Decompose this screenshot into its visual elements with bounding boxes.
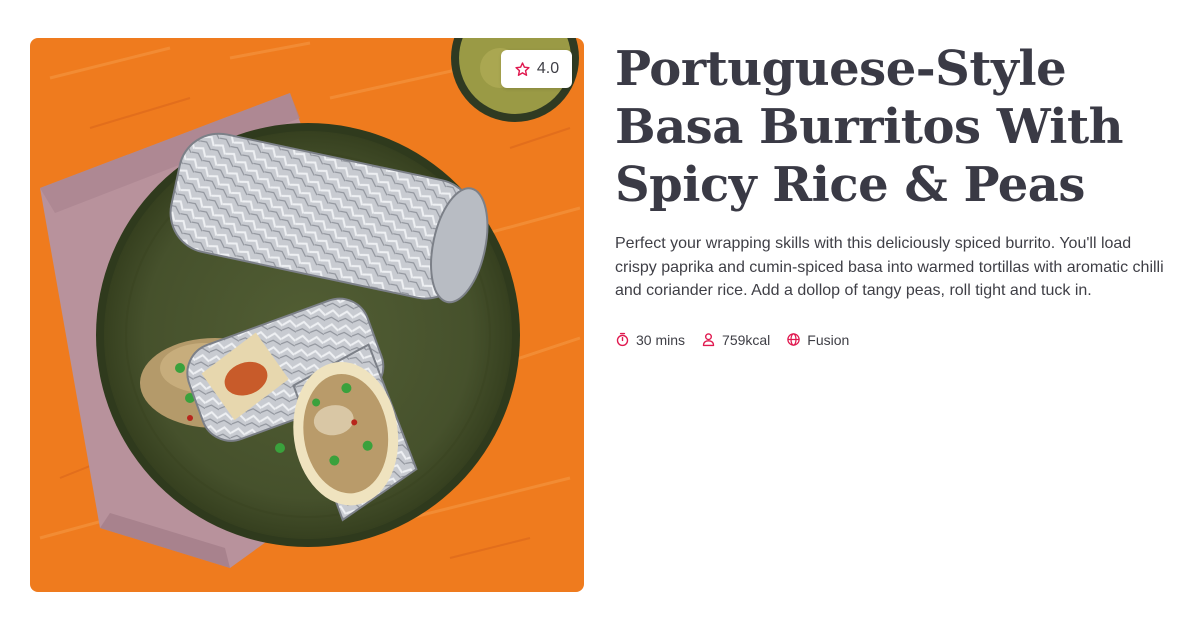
recipe-info: Portuguese-Style Basa Burritos With Spic… — [615, 40, 1175, 348]
meta-time: 30 mins — [615, 332, 685, 348]
meta-cuisine-label: Fusion — [807, 331, 850, 348]
meta-calories: 759kcal — [701, 332, 770, 348]
recipe-meta: 30 mins 759kcal Fusion — [615, 332, 1175, 348]
meta-cuisine: Fusion — [786, 332, 849, 348]
meta-calories-label: 759kcal — [722, 331, 771, 348]
globe-icon — [787, 333, 801, 346]
stopwatch-icon — [616, 332, 629, 347]
star-icon — [515, 61, 530, 76]
recipe-title: Portuguese-Style Basa Burritos With Spic… — [615, 41, 1124, 213]
meta-time-label: 30 mins — [636, 331, 686, 348]
recipe-description: Perfect your wrapping skills with this d… — [615, 235, 1164, 299]
rating-value: 4.0 — [536, 60, 560, 77]
recipe-hero-image — [30, 38, 584, 592]
rating-badge: 4.0 — [501, 50, 572, 88]
person-icon — [702, 333, 715, 347]
burrito-photo — [30, 38, 584, 592]
